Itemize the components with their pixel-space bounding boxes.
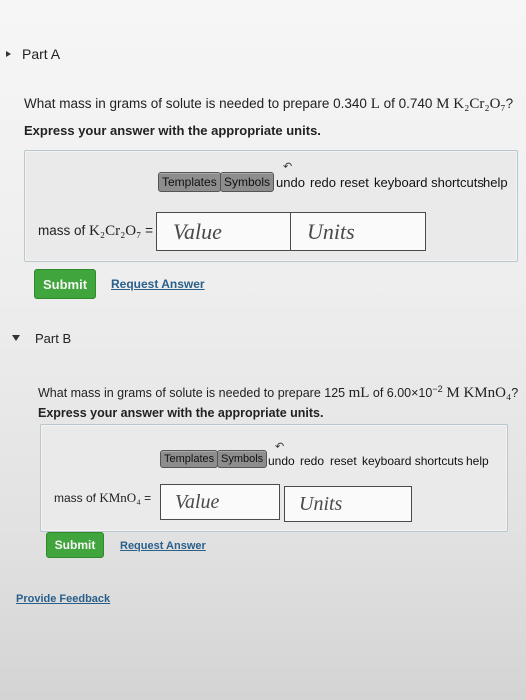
help-button[interactable]: help <box>466 454 489 468</box>
value-placeholder: Value <box>175 490 220 513</box>
part-b-title[interactable]: Part B <box>35 331 71 346</box>
undo-button[interactable]: undo <box>268 454 295 468</box>
undo-button[interactable]: undo <box>276 175 305 190</box>
part-b-instruction: Express your answer with the appropriate… <box>38 406 324 420</box>
collapse-caret-icon[interactable] <box>6 51 11 57</box>
undo-arrow-icon: ↶ <box>275 441 285 453</box>
units-input[interactable]: Units <box>284 486 412 522</box>
units-placeholder: Units <box>299 492 343 515</box>
reset-button[interactable]: reset <box>340 175 369 190</box>
part-b-question: What mass in grams of solute is needed t… <box>38 384 519 402</box>
request-answer-link[interactable]: Request Answer <box>111 277 205 291</box>
keyboard-shortcuts-button[interactable]: keyboard shortcuts <box>374 175 484 190</box>
redo-button[interactable]: redo <box>300 454 324 468</box>
part-a-title[interactable]: Part A <box>22 46 60 62</box>
provide-feedback-link[interactable]: Provide Feedback <box>16 593 110 605</box>
value-input[interactable]: Value <box>160 484 280 520</box>
templates-button[interactable]: Templates <box>160 450 219 468</box>
templates-button[interactable]: Templates <box>158 172 221 192</box>
part-a-question: What mass in grams of solute is needed t… <box>24 96 514 112</box>
redo-button[interactable]: redo <box>310 175 336 190</box>
expand-caret-icon[interactable] <box>12 335 20 341</box>
submit-button[interactable]: Submit <box>46 532 104 558</box>
units-placeholder: Units <box>307 218 355 244</box>
value-input[interactable]: Value <box>156 212 302 251</box>
submit-button[interactable]: Submit <box>34 269 96 299</box>
reset-button[interactable]: reset <box>330 454 357 468</box>
part-a-answer-label: mass of K₂Cr₂O₇ = <box>38 223 154 239</box>
undo-arrow-icon: ↶ <box>283 161 293 173</box>
units-input[interactable]: Units <box>290 212 426 251</box>
help-button[interactable]: help <box>483 175 508 190</box>
value-placeholder: Value <box>173 218 222 244</box>
keyboard-shortcuts-button[interactable]: keyboard shortcuts <box>362 454 463 468</box>
request-answer-link[interactable]: Request Answer <box>120 540 206 552</box>
symbols-button[interactable]: Symbols <box>220 172 275 192</box>
part-a-instruction: Express your answer with the appropriate… <box>24 123 321 138</box>
part-b-answer-label: mass of KMnO₄ = <box>54 490 152 505</box>
symbols-button[interactable]: Symbols <box>217 450 268 468</box>
